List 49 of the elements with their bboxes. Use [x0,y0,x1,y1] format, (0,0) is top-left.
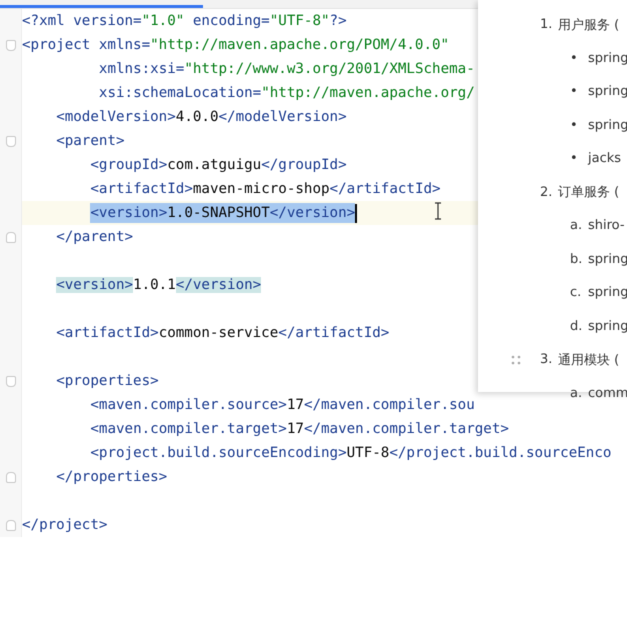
text-cursor-icon [434,202,442,220]
code-line: <properties> [56,372,159,391]
list-marker: • [570,50,579,66]
fold-marker-icon[interactable] [6,376,16,387]
code-line: <project xmlns="http://maven.apache.org/POM/4.0.0" [22,36,450,55]
list-marker: a. [570,218,584,234]
list-marker: b. [570,252,584,267]
code-line: </parent> [56,228,134,247]
drag-handle-icon[interactable] [511,354,521,366]
list-item-text: spring [588,318,627,334]
list-item-text: spring [588,252,627,267]
list-marker: • [570,84,579,100]
list-number: 1. [540,17,554,32]
fold-marker-icon[interactable] [6,472,16,483]
list-marker: c. [570,285,582,300]
code-line: <maven.compiler.source>17</maven.compiler.sou [90,396,475,415]
list-item-text: spring [588,285,627,300]
fold-marker-icon[interactable] [6,40,16,51]
code-line: <version>1.0.1</version> [56,276,262,295]
list-marker: • [570,118,579,133]
code-line: xmlns:xsi="http://www.w3.org/2001/XMLSchema- [98,60,475,79]
code-line: </properties> [56,468,168,487]
code-line: <groupId>com.atguigu</groupId> [90,156,347,175]
list-item-text: spring [588,50,627,66]
list-item-text: jacks [588,151,622,166]
list-number: 2. [540,184,554,200]
code-line: xsi:schemaLocation="http://maven.apache.org/ [98,84,475,103]
list-marker: • [570,151,579,166]
list-item-text: spring [588,84,627,100]
list-number: 3. [540,352,554,368]
fold-marker-icon[interactable] [6,136,16,147]
section-title: 订单服务 ( [558,184,620,202]
list-item-text: comm [588,386,627,401]
code-line: <artifactId>maven-micro-shop</artifactId> [90,180,441,199]
section-title: 通用模块 ( [558,352,620,369]
code-line: <?xml version="1.0" encoding="UTF-8"?> [22,12,347,31]
code-line: <parent> [56,132,125,151]
section-title: 用户服务 ( [558,16,620,34]
code-line: <maven.compiler.target>17</maven.compiler.target> [90,420,509,439]
list-item-text: spring [588,118,627,133]
fold-marker-icon[interactable] [6,232,16,243]
list-marker: d. [570,318,584,334]
list-marker: a. [570,386,584,401]
fold-marker-icon[interactable] [6,520,16,531]
code-line: <project.build.sourceEncoding>UTF-8</project.build.sourceEnco [90,444,612,463]
list-item-text: shiro- [588,218,625,234]
code-line: <modelVersion>4.0.0</modelVersion> [56,108,347,127]
code-line: </project> [22,516,108,535]
code-line: <artifactId>common-service</artifactId> [56,324,390,343]
